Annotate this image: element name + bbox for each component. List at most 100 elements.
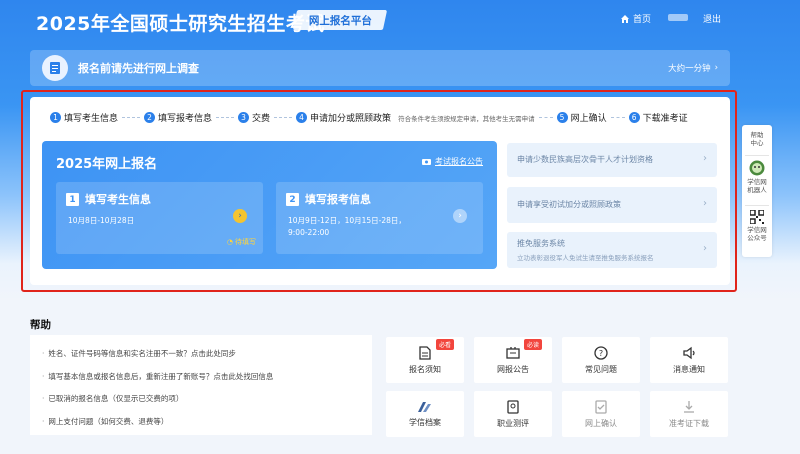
card-number: 2: [286, 193, 299, 206]
card-title: 填写考生信息: [85, 193, 151, 206]
chevron-right-icon: ›: [703, 243, 707, 254]
step-connector: [538, 117, 553, 118]
card-date-line1: 10月9日-12日，10月15日-28日，: [288, 216, 406, 225]
fill-application-info-card[interactable]: 2 填写报考信息 10月9日-12日，10月15日-28日， 9:00-22:00…: [276, 182, 483, 254]
step-label: 下载准考证: [642, 114, 688, 124]
robot-line2: 机器人: [747, 186, 767, 194]
badge-must-see: 必看: [435, 339, 454, 350]
card-date: 10月9日-12日，10月15日-28日， 9:00-22:00: [288, 215, 406, 239]
recommendation-system-card[interactable]: 推免服务系统 立功表彰退役军人免试生请至推免服务系统报名 ›: [507, 232, 717, 268]
help-link[interactable]: 姓名、证件号码等信息和实名注册不一致？点击此处同步: [42, 348, 236, 359]
step-label: 交费: [252, 114, 271, 124]
home-icon: [621, 14, 629, 23]
side-card-sublabel: 立功表彰退役军人免试生请至推免服务系统报名: [517, 254, 654, 262]
registration-title: 2025年网上报名: [56, 157, 158, 172]
home-link[interactable]: 首页: [620, 12, 651, 25]
chevron-right-icon: ›: [703, 198, 707, 209]
tile-label: 职业测评: [497, 418, 529, 428]
step-4: 4 申请加分或照顾政策 符合条件考生须按规定申请，其他考生无需申请: [296, 111, 535, 124]
document-icon: [419, 345, 431, 360]
tile-chsi-archive[interactable]: 学信档案: [386, 391, 464, 437]
help-list: 姓名、证件号码等信息和实名注册不一致？点击此处同步 填写基本信息或报名信息后，重…: [30, 335, 372, 435]
tile-label: 常见问题: [585, 364, 617, 374]
survey-icon: [42, 55, 68, 81]
tile-label: 准考证下载: [669, 418, 709, 428]
chevron-right-icon[interactable]: ›: [233, 209, 247, 223]
side-card-label: 申请享受初试加分或照顾政策: [517, 200, 621, 209]
tile-announcement[interactable]: 必读 网报公告: [474, 337, 552, 383]
step-connector: [122, 117, 141, 118]
help-link[interactable]: 填写基本信息或报名信息后，重新注册了新账号？点击此处找回信息: [42, 371, 273, 382]
step-6: 6 下载准考证: [628, 111, 688, 124]
badge-must-read: 必读: [523, 339, 542, 350]
clock-icon: ◔: [226, 238, 233, 246]
step-connector: [610, 117, 625, 118]
speaker-icon: [683, 346, 695, 359]
assessment-icon: [507, 399, 519, 414]
download-icon: [684, 400, 694, 413]
tile-label: 消息通知: [673, 364, 705, 374]
logout-link[interactable]: 退出: [703, 12, 721, 25]
chevron-right-icon: ›: [703, 153, 707, 164]
minority-talent-card[interactable]: 申请少数民族高层次骨干人才计划资格 ›: [507, 143, 717, 177]
qr-code-icon: [749, 209, 765, 225]
card-date-line2: 9:00-22:00: [288, 228, 330, 237]
page-title: 2025年全国硕士研究生招生考试: [36, 13, 325, 35]
step-number: 3: [238, 112, 250, 123]
help-link[interactable]: 网上支付问题（如何交费、退费等）: [42, 416, 168, 427]
notice-board-icon: [506, 346, 520, 359]
survey-text: 报名前请先进行网上调查: [78, 62, 199, 75]
confirm-icon: [595, 399, 607, 414]
divider: [745, 155, 769, 156]
side-card-label: 推免服务系统: [517, 239, 565, 248]
step-1: 1 填写考生信息: [50, 111, 118, 124]
survey-banner[interactable]: 报名前请先进行网上调查 大约一分钟 ›: [30, 50, 730, 86]
notice-icon: [422, 158, 431, 165]
robot-line1: 学信网: [747, 178, 767, 186]
exam-notice-link[interactable]: 考试报名公告: [422, 156, 483, 167]
step-connector: [274, 117, 293, 118]
card-date: 10月8日-10月28日: [68, 216, 135, 225]
card-title: 填写报考信息: [305, 193, 371, 206]
divider: [745, 205, 769, 206]
step-number: 2: [144, 112, 156, 123]
help-center-line2: 中心: [750, 139, 764, 147]
step-note: 符合条件考生须按规定申请，其他考生无需申请: [398, 114, 535, 123]
tile-admission-download[interactable]: 准考证下载: [650, 391, 728, 437]
step-connector: [216, 117, 235, 118]
tile-faq[interactable]: ? 常见问题: [562, 337, 640, 383]
wechat-button[interactable]: 学信网 公众号: [742, 209, 772, 242]
step-number: 1: [50, 112, 61, 123]
step-number: 6: [628, 112, 640, 123]
tile-notifications[interactable]: 消息通知: [650, 337, 728, 383]
registration-panel: 2025年网上报名 考试报名公告 1 填写考生信息 10月8日-10月28日 ›…: [42, 141, 497, 269]
archive-logo-icon: [418, 401, 431, 412]
help-center-button[interactable]: 帮助 中心: [742, 131, 772, 147]
survey-time-label: 大约一分钟: [668, 64, 711, 74]
help-link[interactable]: 已取消的报名信息（仅显示已交费的项）: [42, 393, 183, 404]
platform-tag: 网上报名平台: [292, 10, 388, 30]
status-pending: ◔ 待填写: [227, 237, 256, 247]
tile-label: 报名须知: [409, 364, 441, 374]
card-number: 1: [66, 193, 79, 206]
fill-candidate-info-card[interactable]: 1 填写考生信息 10月8日-10月28日 › ◔ 待填写: [56, 182, 263, 254]
question-icon: ?: [594, 345, 608, 360]
help-center-line1: 帮助: [750, 131, 764, 139]
step-label: 填写报考信息: [158, 114, 213, 124]
bonus-policy-card[interactable]: 申请享受初试加分或照顾政策 ›: [507, 187, 717, 223]
robot-icon: [749, 160, 765, 176]
tile-online-confirm[interactable]: 网上确认: [562, 391, 640, 437]
tile-label: 网上确认: [585, 418, 617, 428]
robot-button[interactable]: 学信网 机器人: [742, 160, 772, 194]
wechat-line1: 学信网: [747, 226, 767, 234]
step-number: 5: [556, 112, 568, 123]
wechat-line2: 公众号: [747, 234, 767, 242]
tile-registration-guide[interactable]: 必看 报名须知: [386, 337, 464, 383]
chevron-right-icon[interactable]: ›: [453, 209, 467, 223]
help-section-title: 帮助: [30, 319, 51, 331]
status-label: 待填写: [235, 238, 256, 246]
step-label: 填写考生信息: [64, 114, 119, 124]
tile-career-assessment[interactable]: 职业测评: [474, 391, 552, 437]
step-label: 网上确认: [570, 114, 607, 124]
username-redacted: [668, 14, 688, 21]
